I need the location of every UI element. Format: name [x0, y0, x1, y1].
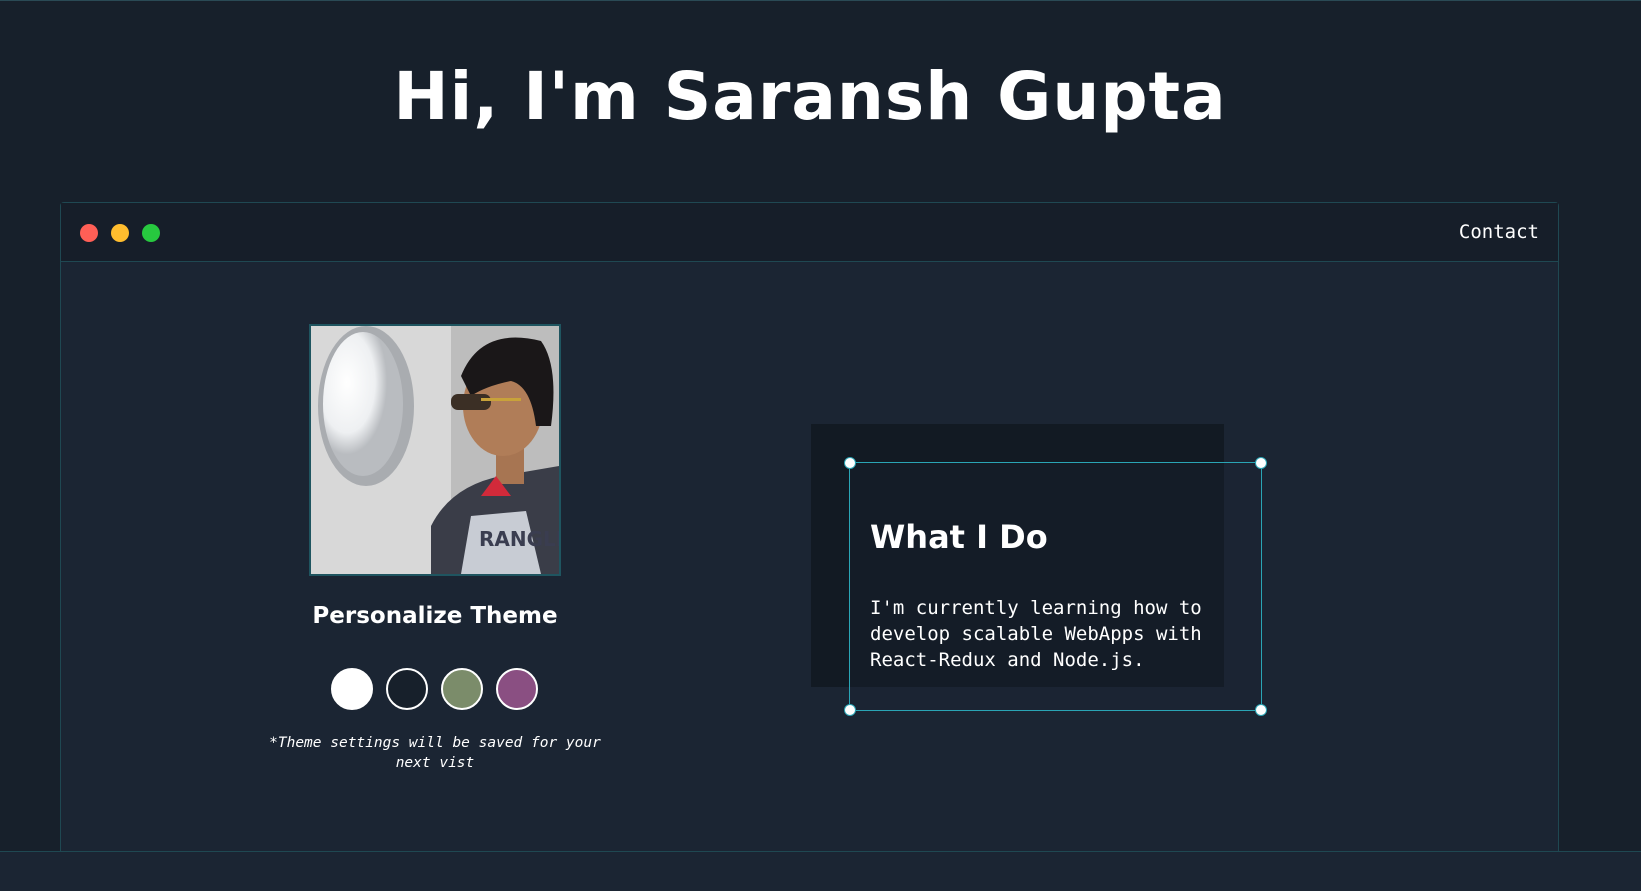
resize-handle-bottom-left-icon[interactable] — [844, 704, 856, 716]
browser-window: Contact RANGLER Person — [60, 202, 1559, 852]
theme-swatch-dark[interactable] — [386, 668, 428, 710]
bottom-bar — [0, 851, 1641, 891]
what-i-do-card: What I Do I'm currently learning how to … — [844, 457, 1267, 716]
page-title: Hi, I'm Saransh Gupta — [393, 58, 1227, 135]
profile-photo: RANGLER — [309, 324, 561, 576]
minimize-dot-icon[interactable] — [111, 224, 129, 242]
resize-handle-top-right-icon[interactable] — [1255, 457, 1267, 469]
top-border — [0, 0, 1641, 1]
svg-text:RANGLER: RANGLER — [479, 527, 559, 551]
maximize-dot-icon[interactable] — [142, 224, 160, 242]
theme-swatch-purple[interactable] — [496, 668, 538, 710]
close-dot-icon[interactable] — [80, 224, 98, 242]
theme-swatch-light[interactable] — [331, 668, 373, 710]
window-titlebar: Contact — [61, 203, 1558, 262]
what-i-do-text: I'm currently learning how to develop sc… — [870, 597, 1202, 671]
resize-handle-top-left-icon[interactable] — [844, 457, 856, 469]
person-portrait-icon: RANGLER — [311, 326, 559, 574]
what-i-do-title: What I Do — [870, 518, 1048, 556]
theme-swatch-green[interactable] — [441, 668, 483, 710]
theme-note: *Theme settings will be saved for your n… — [269, 735, 601, 771]
contact-link[interactable]: Contact — [1459, 221, 1539, 243]
resize-handle-bottom-right-icon[interactable] — [1255, 704, 1267, 716]
personalize-theme-title: Personalize Theme — [312, 603, 558, 629]
